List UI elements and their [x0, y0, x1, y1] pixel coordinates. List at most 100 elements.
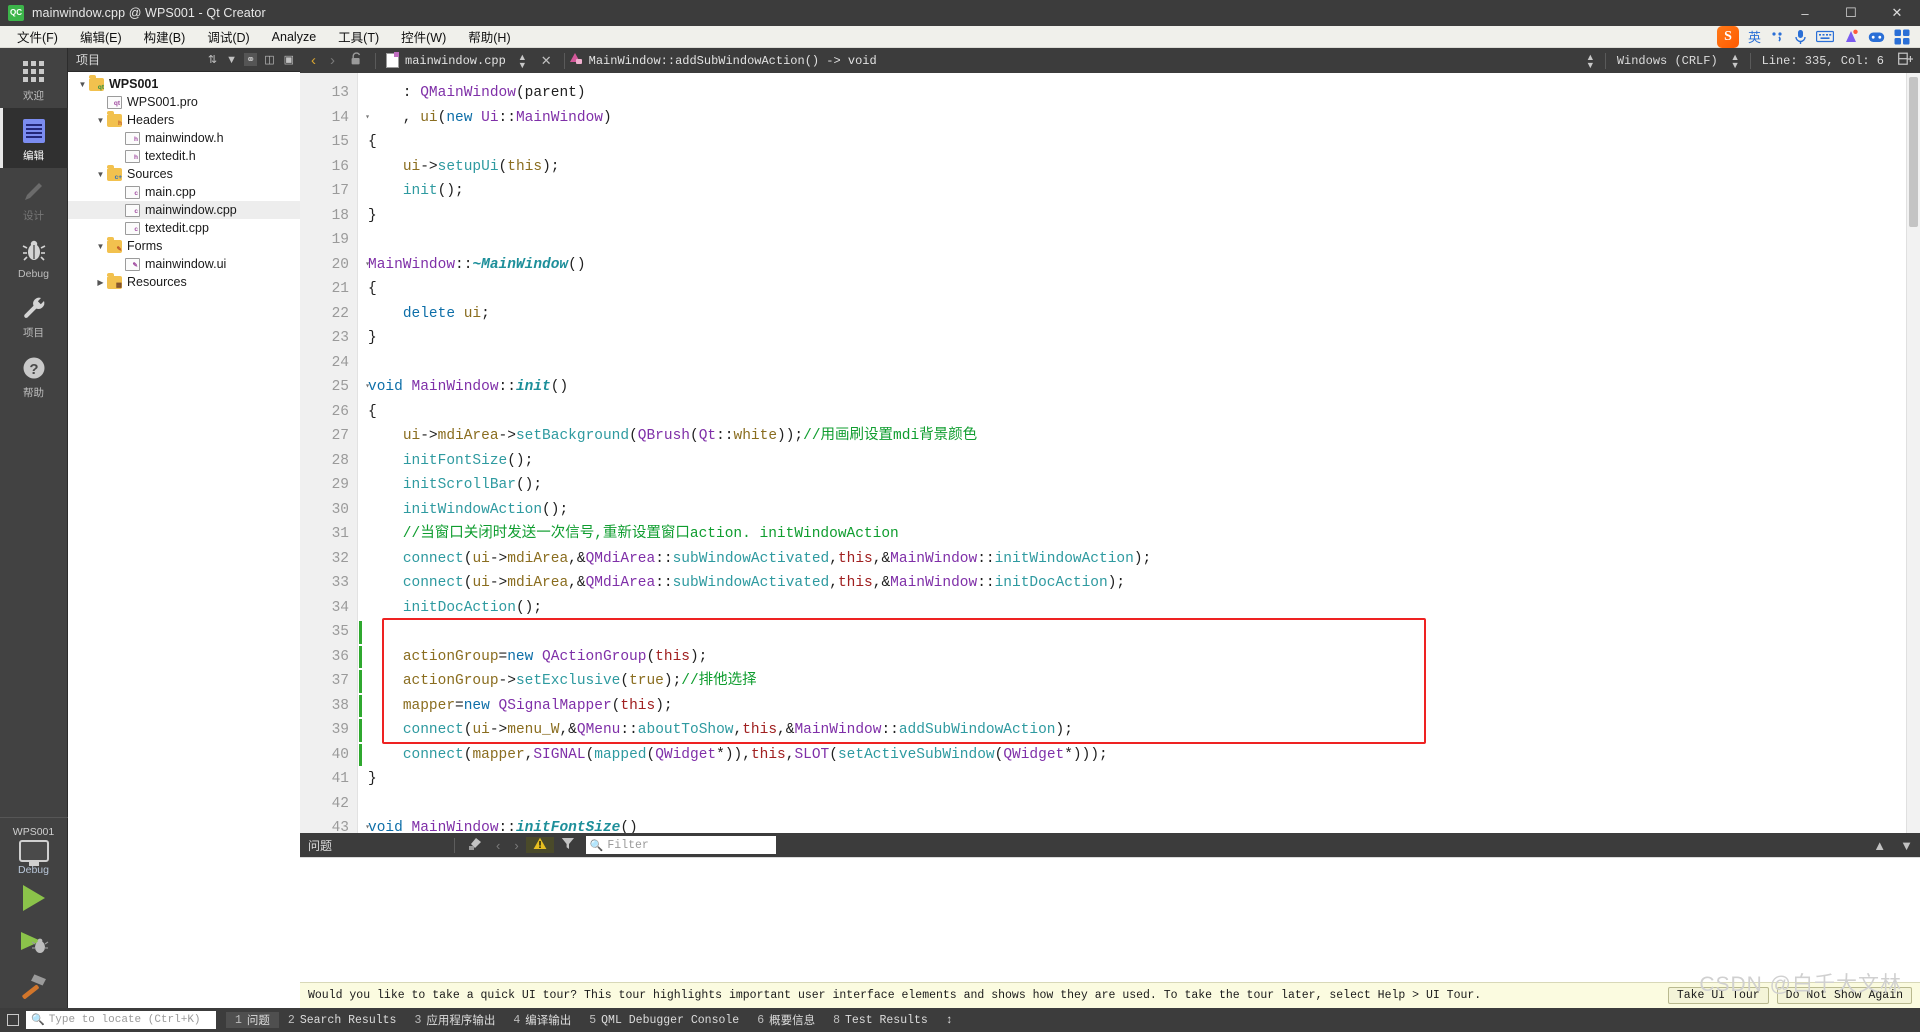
editor-vertical-scrollbar[interactable] — [1906, 73, 1920, 833]
mode-debug[interactable]: Debug — [0, 228, 68, 285]
output-pane-qml-debugger-console[interactable]: 5 QML Debugger Console — [580, 1014, 748, 1027]
toolbox-icon[interactable] — [1894, 29, 1910, 45]
menu-window[interactable]: 控件(W) — [390, 25, 457, 48]
emoji-icon[interactable] — [1868, 30, 1885, 44]
tree-item-sources[interactable]: ▼c+Sources — [68, 165, 300, 183]
menu-help[interactable]: 帮助(H) — [457, 25, 521, 48]
filter-icon[interactable] — [554, 837, 582, 853]
menu-debug[interactable]: 调试(D) — [196, 25, 260, 48]
issues-filter-input[interactable]: 🔍 Filter — [586, 836, 776, 854]
code-token: new — [507, 649, 542, 665]
code-token: () — [568, 257, 585, 273]
expand-arrow-icon[interactable]: ▶ — [94, 278, 107, 287]
issues-panel-body[interactable] — [300, 857, 1920, 982]
mode-welcome[interactable]: 欢迎 — [0, 48, 68, 108]
filter-icon[interactable]: ▼ — [224, 54, 239, 66]
clear-icon[interactable] — [461, 837, 489, 854]
menu-file[interactable]: 文件(F) — [6, 25, 69, 48]
mode-edit[interactable]: 编辑 — [0, 108, 68, 168]
maximize-button[interactable]: ☐ — [1828, 0, 1874, 26]
run-button[interactable] — [0, 876, 68, 920]
mode-help[interactable]: ? 帮助 — [0, 345, 68, 405]
code-token: :: — [455, 257, 472, 273]
maximize-panel-icon[interactable]: ▲ — [1866, 838, 1893, 853]
menu-analyze[interactable]: Analyze — [261, 28, 327, 46]
code-token: subWindowActivated — [673, 575, 830, 591]
issues-panel-title: 问题 — [308, 837, 448, 854]
sogou-ime-logo[interactable]: S — [1717, 26, 1739, 48]
previous-item-icon[interactable]: ‹ — [489, 838, 507, 853]
close-button[interactable]: ✕ — [1874, 0, 1920, 26]
output-pane-search-results[interactable]: 2 Search Results — [279, 1014, 406, 1027]
close-panel-icon[interactable]: ▣ — [282, 53, 296, 66]
tree-item-mainwindow-ui[interactable]: ✎mainwindow.ui — [68, 255, 300, 273]
tree-item-textedit-h[interactable]: htextedit.h — [68, 147, 300, 165]
tree-item-mainwindow-cpp[interactable]: cmainwindow.cpp — [68, 201, 300, 219]
navigate-back-icon[interactable]: ‹ — [304, 52, 323, 69]
expand-arrow-icon[interactable]: ▼ — [94, 242, 107, 251]
expand-arrow-icon[interactable]: ▼ — [94, 170, 107, 179]
file-dropdown-icon[interactable]: ▲▼ — [512, 53, 533, 69]
dismiss-tour-button[interactable]: Do Not Show Again — [1777, 987, 1912, 1004]
status-bar: 🔍 Type to locate (Ctrl+K) 1 问题 2 Search … — [0, 1008, 1920, 1032]
expand-output-pane-icon[interactable]: ↕ — [937, 1014, 962, 1027]
code-editor[interactable]: 1314▾151617181920▾2122232425▾26272829303… — [300, 73, 1920, 833]
symbol-selector[interactable]: MainWindow::addSubWindowAction() -> void — [589, 54, 877, 68]
tree-item-mainwindow-h[interactable]: hmainwindow.h — [68, 129, 300, 147]
mode-design[interactable]: 设计 — [0, 168, 68, 228]
output-pane-compile-output[interactable]: 4 编译输出 — [504, 1012, 580, 1028]
keyboard-icon[interactable] — [1816, 30, 1834, 43]
expand-arrow-icon[interactable]: ▼ — [76, 80, 89, 89]
line-number: 42 — [300, 792, 357, 817]
tree-item-main-cpp[interactable]: cmain.cpp — [68, 183, 300, 201]
tree-item-textedit-cpp[interactable]: ctextedit.cpp — [68, 219, 300, 237]
line-number: 33 — [300, 571, 357, 596]
close-panel-icon[interactable]: ▼ — [1893, 838, 1920, 853]
editor-file-tab[interactable]: mainwindow.cpp — [380, 53, 512, 68]
run-triangle-icon — [23, 885, 45, 911]
split-icon[interactable]: ◫ — [262, 53, 276, 66]
tree-item-resources[interactable]: ▶▦Resources — [68, 273, 300, 291]
code-token: ( — [995, 747, 1004, 763]
punctuation-icon[interactable] — [1770, 30, 1785, 43]
line-ending-indicator[interactable]: Windows (CRLF) — [1610, 54, 1725, 68]
kit-selector[interactable]: WPS001 Debug — [0, 817, 68, 876]
menu-edit[interactable]: 编辑(E) — [69, 25, 133, 48]
take-ui-tour-button[interactable]: Take UI Tour — [1668, 987, 1769, 1004]
language-toggle-icon[interactable]: 英 — [1748, 27, 1761, 46]
toggle-sidebar-icon[interactable] — [0, 1014, 26, 1026]
encoding-dropdown-icon[interactable]: ▲▼ — [1725, 53, 1746, 69]
output-pane-test-results[interactable]: 8 Test Results — [824, 1014, 937, 1027]
tree-item-headers[interactable]: ▼hHeaders — [68, 111, 300, 129]
locator-input[interactable]: 🔍 Type to locate (Ctrl+K) — [26, 1011, 216, 1029]
minimize-button[interactable]: – — [1782, 0, 1828, 26]
start-debugging-button[interactable] — [0, 920, 68, 964]
line-ending-dropdown-icon[interactable]: ▲▼ — [1580, 53, 1601, 69]
lock-icon[interactable] — [342, 52, 371, 69]
tree-item-forms[interactable]: ▼✎Forms — [68, 237, 300, 255]
tree-item-wps001-pro[interactable]: qtWPS001.pro — [68, 93, 300, 111]
tree-item-wps001[interactable]: ▼qtWPS001 — [68, 75, 300, 93]
next-item-icon[interactable]: › — [507, 838, 525, 853]
sort-icon[interactable]: ⇅ — [206, 53, 219, 66]
tree-item-label: mainwindow.cpp — [145, 203, 237, 217]
close-document-icon[interactable]: ✕ — [533, 53, 560, 69]
navigate-forward-icon[interactable]: › — [323, 52, 342, 69]
expand-arrow-icon[interactable]: ▼ — [94, 116, 107, 125]
output-pane-general-messages[interactable]: 6 概要信息 — [748, 1012, 824, 1028]
mode-projects[interactable]: 项目 — [0, 285, 68, 345]
output-pane-issues[interactable]: 1 问题 — [226, 1012, 279, 1028]
output-pane-application-output[interactable]: 3 应用程序输出 — [405, 1012, 504, 1028]
menu-build[interactable]: 构建(B) — [133, 25, 197, 48]
code-token: ,& — [873, 551, 890, 567]
skin-icon[interactable] — [1843, 29, 1859, 44]
split-editor-icon[interactable] — [1891, 52, 1920, 69]
menu-tools[interactable]: 工具(T) — [327, 25, 390, 48]
code-text-area[interactable]: : QMainWindow(parent) , ui(new Ui::MainW… — [358, 73, 1906, 833]
build-button[interactable] — [0, 964, 68, 1008]
project-tree[interactable]: ▼qtWPS001qtWPS001.pro▼hHeadershmainwindo… — [68, 72, 300, 1008]
voice-input-icon[interactable] — [1794, 29, 1807, 45]
warning-filter-icon[interactable] — [526, 837, 554, 853]
link-with-editor-icon[interactable]: ⚭ — [244, 53, 257, 66]
scrollbar-thumb[interactable] — [1909, 77, 1918, 227]
